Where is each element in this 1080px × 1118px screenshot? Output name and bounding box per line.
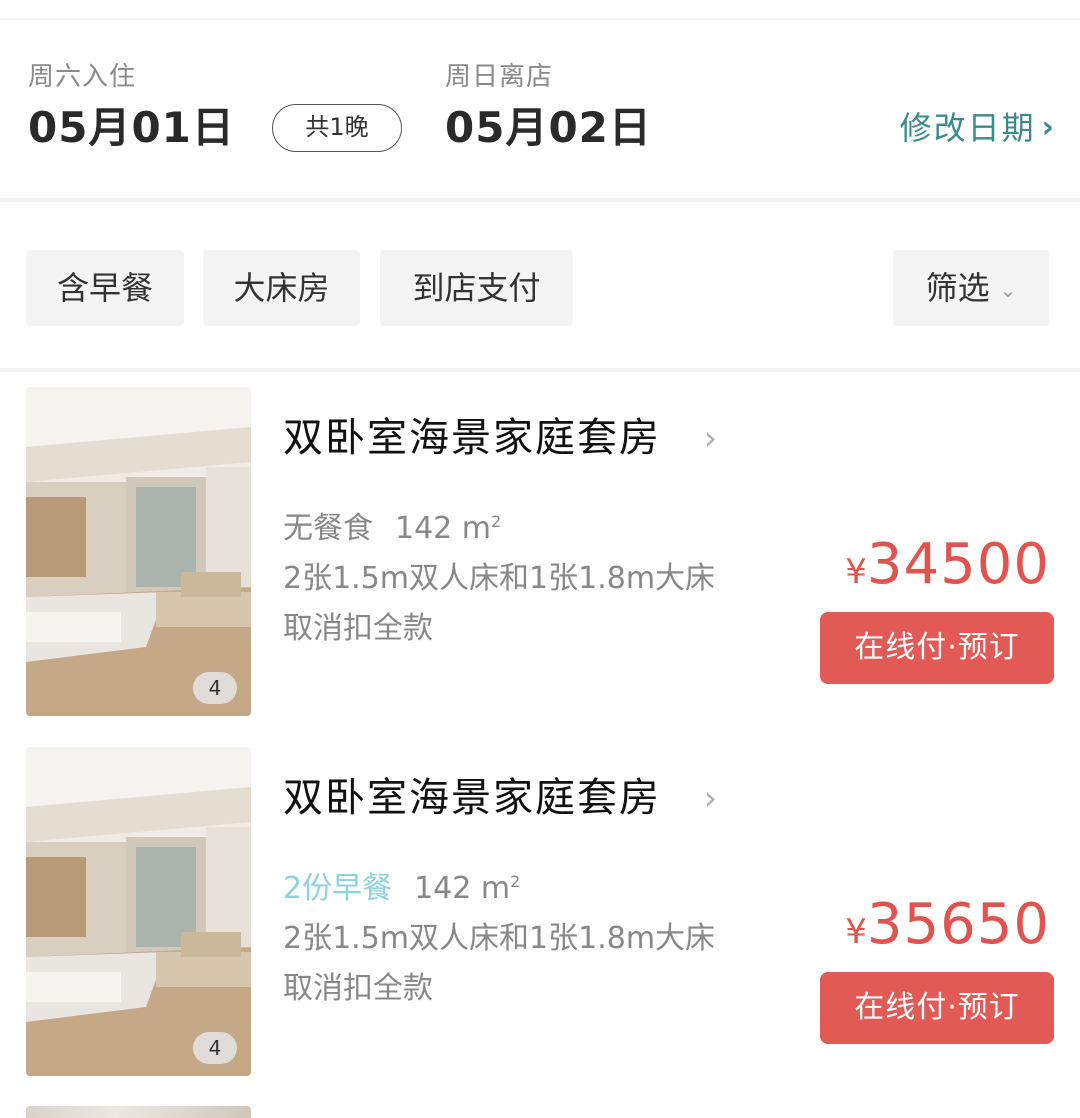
filter-button[interactable]: 筛选 ⌄: [893, 250, 1049, 326]
room-card[interactable]: 4 双卧室海景家庭套房 › 无餐食 142 m2 2张1.5m双人床和1张1.8m…: [0, 387, 1080, 727]
chevron-down-icon: ⌄: [999, 278, 1017, 302]
checkout-label: 周日离店: [445, 62, 554, 92]
price-amount: 35650: [866, 892, 1050, 957]
filter-chip-king-bed[interactable]: 大床房: [203, 250, 360, 326]
book-online-button[interactable]: 在线付·预订: [820, 612, 1054, 684]
room-price: ¥34500: [845, 533, 1050, 610]
divider: [0, 368, 1080, 372]
bed-info: 2张1.5m双人床和1张1.8m大床: [283, 561, 716, 596]
room-details: 2份早餐 142 m2 2张1.5m双人床和1张1.8m大床 取消扣全款: [283, 857, 715, 1014]
room-area-value: 142 m: [395, 511, 492, 546]
price-amount: 34500: [866, 532, 1050, 597]
chevron-right-icon[interactable]: ›: [704, 413, 717, 463]
divider: [0, 198, 1080, 202]
bed-info: 2张1.5m双人床和1张1.8m大床: [283, 921, 716, 956]
room-price: ¥35650: [845, 893, 1050, 970]
currency-symbol: ¥: [845, 912, 867, 952]
room-card[interactable]: 4 双卧室海景家庭套房 › 2份早餐 142 m2 2张1.5m双人床和1张1.8…: [0, 747, 1080, 1087]
checkin-block[interactable]: 周六入住 05月01日: [28, 60, 235, 156]
room-name[interactable]: 双卧室海景家庭套房: [283, 771, 661, 825]
cancel-policy: 取消扣全款: [283, 611, 433, 646]
meal-info: 无餐食: [283, 511, 373, 546]
room-area: 142 m2: [395, 511, 501, 546]
filter-label: 筛选: [925, 269, 990, 307]
chevron-right-icon[interactable]: ›: [704, 773, 717, 823]
filter-bar: 含早餐 大床房 到店支付 筛选 ⌄: [0, 204, 1080, 368]
hotel-room-list-page: 周六入住 05月01日 共1晚 周日离店 05月02日 修改日期 › 含早餐 大…: [0, 0, 1080, 1118]
book-online-button[interactable]: 在线付·预订: [820, 972, 1054, 1044]
room-area-unit: 2: [491, 512, 502, 531]
room-photo-image: [26, 387, 251, 716]
modify-date-link[interactable]: 修改日期 ›: [900, 106, 1056, 150]
filter-chip-pay-at-hotel[interactable]: 到店支付: [380, 250, 573, 326]
photo-count-badge: 4: [193, 1032, 237, 1064]
room-name[interactable]: 双卧室海景家庭套房: [283, 411, 661, 465]
checkout-date: 05月02日: [445, 103, 652, 152]
date-bar[interactable]: 周六入住 05月01日 共1晚 周日离店 05月02日 修改日期 ›: [0, 18, 1080, 200]
room-photo-image: [26, 747, 251, 1076]
cancel-policy: 取消扣全款: [283, 971, 433, 1006]
room-photo[interactable]: 4: [26, 747, 251, 1076]
meal-info: 2份早餐: [283, 871, 393, 906]
meal-area-line: 2份早餐 142 m2: [283, 857, 715, 914]
meal-area-line: 无餐食 142 m2: [283, 497, 715, 554]
modify-date-label: 修改日期: [899, 109, 1036, 147]
room-area-value: 142 m: [414, 871, 511, 906]
room-area: 142 m2: [414, 871, 520, 906]
room-photo[interactable]: [26, 1106, 251, 1118]
room-area-unit: 2: [510, 872, 521, 891]
room-details: 无餐食 142 m2 2张1.5m双人床和1张1.8m大床 取消扣全款: [283, 497, 715, 654]
room-photo[interactable]: 4: [26, 387, 251, 716]
currency-symbol: ¥: [845, 552, 867, 592]
checkin-label: 周六入住: [28, 62, 137, 92]
checkin-date: 05月01日: [28, 103, 235, 152]
nights-badge: 共1晚: [272, 104, 402, 152]
checkout-block[interactable]: 周日离店 05月02日: [445, 60, 652, 156]
chevron-right-icon: ›: [1041, 110, 1056, 145]
photo-count-badge: 4: [193, 672, 237, 704]
filter-chip-breakfast[interactable]: 含早餐: [26, 250, 184, 326]
